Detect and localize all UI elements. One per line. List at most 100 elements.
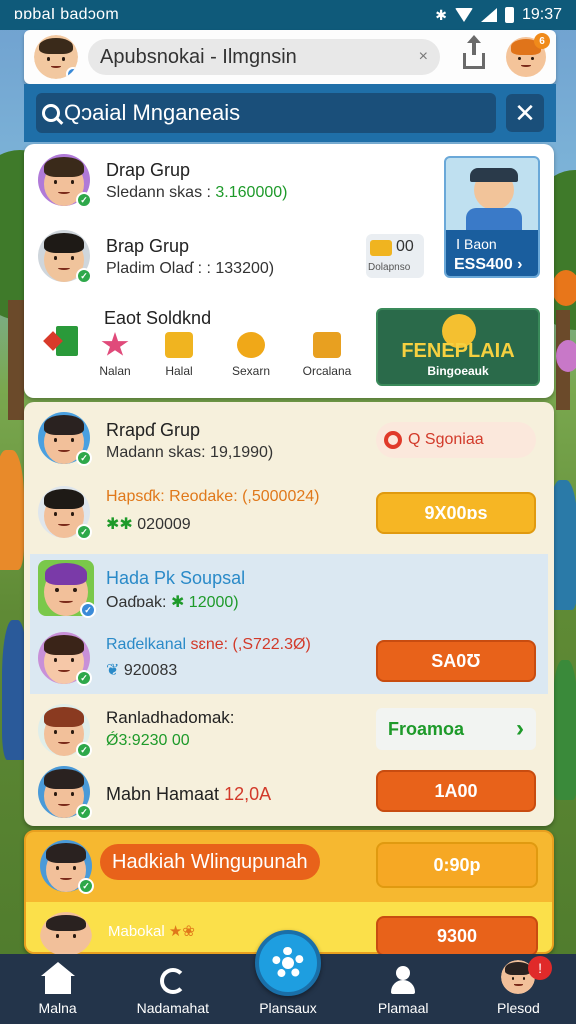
search-value: Qɔaial Mnganeais: [64, 100, 241, 125]
claim-button[interactable]: 0:90p: [376, 842, 538, 888]
group-stats: ✱✱ 020009: [106, 514, 191, 534]
promo-line1: Ⅰ Baon: [456, 236, 497, 252]
group-name[interactable]: Drap Grup: [106, 160, 190, 181]
nav-label: Nadamahat: [136, 1000, 209, 1016]
verified-icon: ✓: [76, 268, 92, 284]
money-icon: ✱✱: [106, 516, 133, 533]
feature-title: Eaot Soldknd: [104, 308, 212, 328]
verified-icon: ✓: [80, 602, 96, 618]
category-item[interactable]: Orcalana: [288, 332, 366, 378]
group-name-text: Mabokal: [108, 923, 165, 940]
join-button[interactable]: 9300: [376, 916, 538, 956]
gold-bars-icon: [370, 240, 392, 256]
banner-title: FENEPLAIA: [401, 340, 515, 362]
group-name[interactable]: Mabn Hamaat 12,0A: [106, 784, 271, 805]
home-icon: [40, 962, 75, 994]
nav-refresh[interactable]: Nadamahat: [115, 954, 230, 1024]
nav-label: Malna: [38, 1000, 77, 1016]
nav-profile[interactable]: Plamaal: [346, 954, 461, 1024]
gold-icon: [165, 332, 193, 358]
group-stats: Pladim Olaɗ : : 133200): [106, 260, 274, 278]
category-item[interactable]: Sexarn: [212, 332, 290, 378]
group-stats-value: 3.160000): [215, 184, 288, 201]
status-time: 19:37: [521, 6, 562, 23]
verified-icon: ✓: [76, 670, 92, 686]
promo-line2: ESS400 ›: [454, 256, 523, 273]
claim-button[interactable]: 9X00ɒs: [376, 492, 536, 534]
group-avatar[interactable]: ✓: [38, 560, 96, 618]
verified-icon: ✓: [66, 67, 78, 79]
person-icon: [389, 966, 417, 994]
group-avatar[interactable]: [40, 912, 92, 956]
share-icon: [463, 35, 485, 69]
group-name[interactable]: Hada Pk Soupsal: [106, 568, 245, 589]
status-pill-label: Q Sgoniaa: [408, 431, 484, 448]
group-stats-label: Pladim Olaɗ : : 133200): [106, 260, 275, 277]
group-name[interactable]: Rrapɗ Grup: [106, 420, 200, 441]
group-card-2: ✓ Rrapɗ Grup Madann skas: 19,1990) Q Sgo…: [24, 402, 554, 826]
join-button[interactable]: 1A00: [376, 770, 536, 812]
refresh-icon: [159, 968, 186, 994]
status-bar: ɒɒbaI badɔom ✱ 19:37: [0, 0, 576, 30]
status-carrier-text: ɒɒbaI badɔom: [14, 6, 120, 23]
group-stats: Oaɗɒak: ✱ 12000): [106, 592, 239, 612]
battery-icon: [504, 7, 514, 23]
group-name-text: Hada Pk Soupsal: [106, 568, 246, 588]
category-label: Orcalana: [302, 364, 352, 378]
nav-home[interactable]: Malna: [0, 954, 115, 1024]
group-avatar[interactable]: ✓: [38, 412, 92, 466]
chevron-right-icon: ›: [516, 715, 524, 742]
promo-tile[interactable]: Ⅰ Baon ESS400 ›: [444, 156, 540, 278]
group-card-1: ✓ Drap Grup Sledann skas : 3.160000) ✓ B…: [24, 144, 554, 398]
app-title: Apubsnokai - Ilmgnsin: [100, 45, 297, 68]
group-stats: Madann skas: 19,1990): [106, 444, 274, 461]
group-name-value: 12,0A: [224, 784, 272, 804]
group-avatar[interactable]: ✓: [40, 840, 94, 894]
nav-account[interactable]: ! Plesod: [461, 954, 576, 1024]
join-button[interactable]: SA0Ʊ: [376, 640, 536, 682]
share-button[interactable]: [456, 35, 492, 75]
settings-fab-button[interactable]: [255, 930, 321, 996]
group-avatar[interactable]: ✓: [38, 230, 92, 284]
clear-title-icon[interactable]: ×: [419, 48, 428, 66]
treasure-icon: [313, 332, 341, 358]
reward-chip[interactable]: 00 Dolapnso: [366, 234, 424, 278]
verified-icon: ✓: [76, 192, 92, 208]
category-label: Nalan: [99, 364, 131, 378]
group-name[interactable]: Brap Grup: [106, 236, 189, 257]
signal-icon: [480, 8, 497, 22]
notification-badge: 6: [534, 33, 550, 49]
category-item[interactable]: Halal: [140, 332, 218, 378]
group-stats: Sledann skas : 3.160000): [106, 184, 287, 202]
group-avatar[interactable]: ✓: [38, 766, 92, 820]
group-name-text: Mabn Hamaat: [106, 784, 225, 804]
group-avatar[interactable]: ✓: [38, 486, 92, 540]
group-avatar[interactable]: ✓: [38, 154, 92, 208]
group-stats-label: Sledann skas :: [106, 184, 216, 201]
featured-label-text: Hadkiah Wlingupunah: [112, 850, 308, 873]
alert-badge: !: [528, 956, 553, 980]
group-avatar[interactable]: ✓: [38, 632, 92, 686]
group-name[interactable]: Ranladhadomak:: [106, 708, 235, 728]
group-name[interactable]: Mabokal ★❀: [108, 922, 195, 940]
profile-avatar[interactable]: ✓: [34, 35, 78, 79]
money-icon: ✱: [170, 594, 189, 611]
user-avatar-button[interactable]: 6: [506, 33, 550, 77]
promo-banner[interactable]: FENEPLAIA Bingoeauk: [376, 308, 540, 386]
status-pill[interactable]: Q Sgoniaa: [376, 422, 536, 458]
search-input[interactable]: Qɔaial Mnganeais: [36, 93, 496, 133]
nav-label: Plansaux: [259, 1000, 317, 1016]
group-name[interactable]: Raɗelkanal sɛne: (,S722.3Ø): [106, 636, 311, 654]
banner-subtitle: Bingoeauk: [427, 364, 489, 378]
group-stats: Ǿ3:9230 00: [106, 732, 190, 749]
heart-icon: ❦: [106, 662, 124, 679]
category-label: Sexarn: [231, 364, 271, 378]
view-pill-label: Froamoa: [388, 718, 465, 739]
app-title-field[interactable]: Apubsnokai - Ilmgnsin ×: [88, 39, 440, 75]
group-avatar[interactable]: ✓: [38, 704, 92, 758]
bluetooth-icon: ✱: [435, 6, 447, 23]
verified-icon: ✓: [76, 742, 92, 758]
view-pill[interactable]: Froamoa ›: [376, 708, 536, 750]
group-name[interactable]: Hapsɗk: Reodake: (,5000024): [106, 488, 319, 506]
close-search-button[interactable]: ✕: [506, 94, 544, 132]
